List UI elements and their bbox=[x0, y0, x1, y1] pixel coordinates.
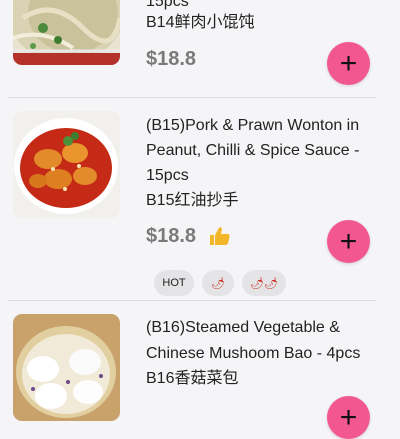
dish-chinese-name: B14鲜肉小馄饨 bbox=[146, 14, 255, 31]
dish-title-line: 15pcs bbox=[146, 167, 189, 184]
dish-title-line: Chinese Mushoom Bao - 4pcs bbox=[146, 345, 361, 362]
dish-image-b14[interactable] bbox=[13, 0, 120, 65]
menu-item-b14[interactable]: 15pcs B14鲜肉小馄饨 $18.8 + bbox=[0, 0, 400, 97]
dish-price: $18.8 bbox=[146, 225, 197, 247]
add-to-cart-button[interactable]: + bbox=[327, 42, 370, 85]
menu-item-b16[interactable]: (B16)Steamed Vegetable & Chinese Mushoom… bbox=[0, 301, 400, 439]
dish-image-b16[interactable] bbox=[13, 314, 120, 421]
dish-price: $18.8 bbox=[146, 48, 197, 70]
dish-title-line: Peanut, Chilli & Spice Sauce - bbox=[146, 142, 360, 159]
dish-title-line: (B16)Steamed Vegetable & bbox=[146, 319, 340, 336]
dish-title-line: (B15)Pork & Prawn Wonton in bbox=[146, 117, 360, 134]
plus-icon: + bbox=[339, 400, 358, 434]
dish-image-b15[interactable] bbox=[13, 111, 120, 218]
add-to-cart-button[interactable]: + bbox=[327, 396, 370, 439]
thumbs-up-icon bbox=[210, 227, 230, 245]
tag-medium-spicy: 🌶🌶 bbox=[242, 270, 286, 296]
dish-chinese-name: B15红油抄手 bbox=[146, 192, 239, 209]
dish-chinese-name: B16香菇菜包 bbox=[146, 370, 239, 387]
plus-icon: + bbox=[339, 224, 358, 258]
tag-mild-spicy: 🌶 bbox=[202, 270, 234, 296]
menu-item-b15[interactable]: (B15)Pork & Prawn Wonton in Peanut, Chil… bbox=[0, 98, 400, 298]
plus-icon: + bbox=[339, 46, 358, 80]
tag-hot: HOT bbox=[154, 270, 194, 296]
add-to-cart-button[interactable]: + bbox=[327, 220, 370, 263]
